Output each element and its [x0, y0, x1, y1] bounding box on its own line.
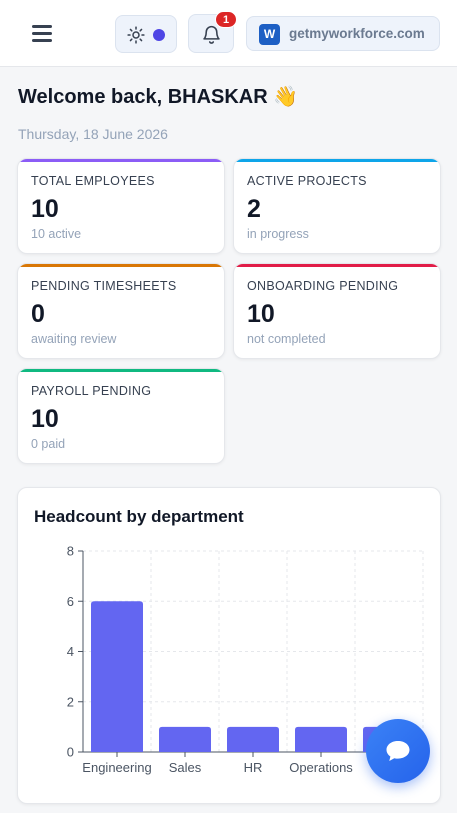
stat-label: TOTAL EMPLOYEES [31, 174, 155, 188]
theme-indicator-dot [153, 29, 165, 41]
stat-subtext: 10 active [31, 227, 82, 241]
stat-label: PENDING TIMESHEETS [31, 279, 177, 293]
workspace-domain-text: getmyworkforce.com [289, 26, 425, 41]
chat-bubble-icon [386, 741, 410, 761]
stat-value: 0 [31, 300, 45, 328]
theme-toggle-button[interactable] [115, 15, 177, 53]
card-accent-bar [18, 369, 224, 372]
stat-subtext: awaiting review [31, 332, 117, 346]
stat-label: ACTIVE PROJECTS [247, 174, 367, 188]
x-tick-label: Operations [289, 760, 353, 775]
stat-card-onboarding-pending[interactable]: ONBOARDING PENDING 10 not completed [233, 263, 441, 359]
stat-card-pending-timesheets[interactable]: PENDING TIMESHEETS 0 awaiting review [17, 263, 225, 359]
bar-engineering [91, 601, 143, 752]
card-accent-bar [234, 159, 440, 162]
y-tick-label: 6 [67, 594, 74, 609]
sun-icon [127, 26, 145, 44]
stat-subtext: 0 paid [31, 437, 66, 451]
y-tick-label: 4 [67, 644, 74, 659]
x-tick-label: Engineering [82, 760, 151, 775]
stat-value: 10 [31, 405, 59, 433]
y-tick-label: 8 [67, 544, 74, 559]
stat-value: 2 [247, 195, 261, 223]
stat-value: 10 [31, 195, 59, 223]
stat-label: PAYROLL PENDING [31, 384, 152, 398]
notification-count-badge: 1 [215, 11, 237, 28]
stat-subtext: not completed [247, 332, 326, 346]
bar-sales [159, 726, 211, 752]
stat-label: ONBOARDING PENDING [247, 279, 399, 293]
workspace-logo: W [259, 24, 280, 45]
y-tick-label: 0 [67, 745, 74, 760]
bar-hr [227, 726, 279, 752]
hamburger-icon[interactable] [30, 22, 56, 44]
stat-value: 10 [247, 300, 275, 328]
stat-card-total-employees[interactable]: TOTAL EMPLOYEES 10 10 active [17, 158, 225, 254]
top-bar: 1 W getmyworkforce.com [0, 0, 457, 67]
welcome-heading: Welcome back, BHASKAR 👋 [18, 86, 299, 108]
x-tick-label: HR [244, 760, 263, 775]
notifications-button[interactable]: 1 [188, 11, 237, 53]
chat-button[interactable] [366, 719, 430, 783]
current-date: Thursday, 18 June 2026 [18, 126, 168, 142]
stat-subtext: in progress [247, 227, 309, 241]
workspace-domain-chip[interactable]: W getmyworkforce.com [246, 16, 440, 51]
card-accent-bar [18, 264, 224, 267]
y-tick-label: 2 [67, 694, 74, 709]
card-accent-bar [234, 264, 440, 267]
x-tick-label: Sales [169, 760, 202, 775]
stat-card-payroll-pending[interactable]: PAYROLL PENDING 10 0 paid [17, 368, 225, 464]
bar-operations [295, 726, 347, 752]
card-accent-bar [18, 159, 224, 162]
stat-card-active-projects[interactable]: ACTIVE PROJECTS 2 in progress [233, 158, 441, 254]
